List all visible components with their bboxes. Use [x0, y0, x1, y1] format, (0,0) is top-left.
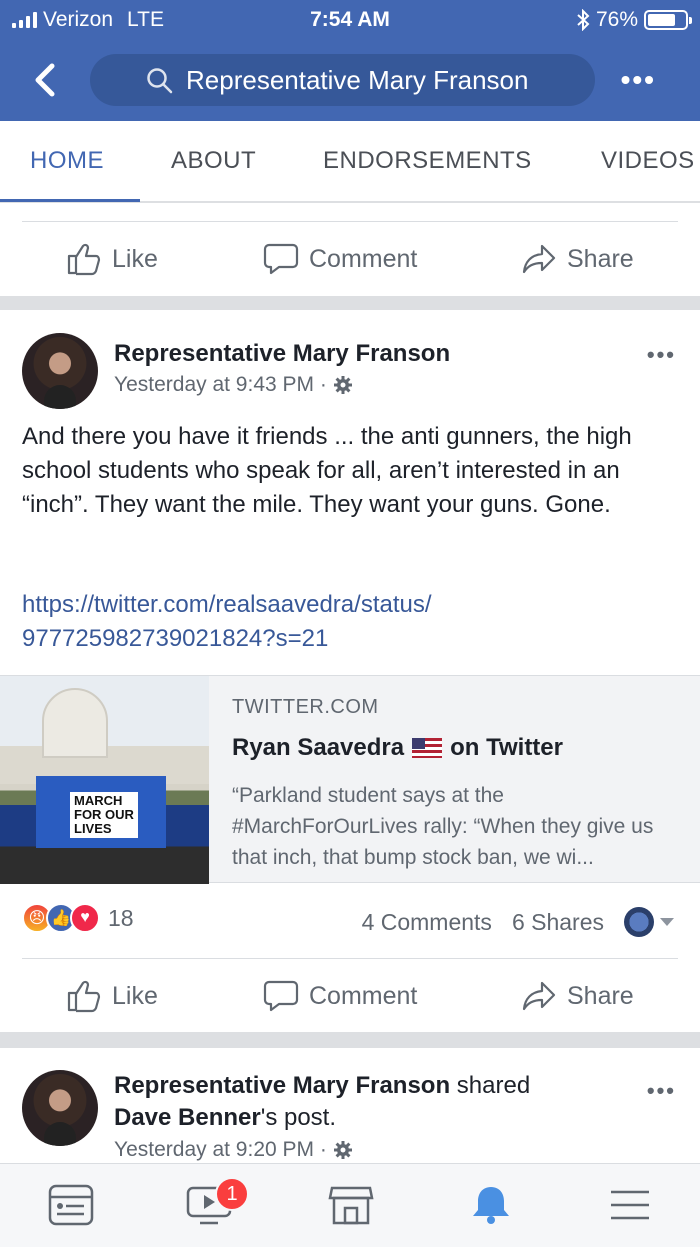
status-bar: Verizon LTE 7:54 AM 76% — [0, 6, 700, 34]
tab-endorsements[interactable]: ENDORSEMENTS — [323, 147, 532, 175]
shared-word: shared — [456, 1072, 531, 1099]
love-reaction-icon: ♥ — [70, 903, 100, 933]
share-icon — [522, 981, 556, 1011]
marketplace-icon[interactable] — [328, 1184, 374, 1226]
share-label: Share — [567, 244, 634, 273]
post-link[interactable]: https://twitter.com/realsaavedra/status/… — [22, 588, 682, 656]
comment-button[interactable]: Comment — [263, 242, 417, 276]
comment-icon — [263, 980, 299, 1012]
shared-post-header: Representative Mary Franson shared Dave … — [114, 1070, 634, 1134]
gear-icon — [333, 376, 352, 394]
preview-domain: TWITTER.COM — [232, 696, 379, 718]
tab-about[interactable]: ABOUT — [171, 147, 256, 175]
rally-sign-text: MARCH FOR OUR LIVES — [70, 792, 138, 838]
comment-icon — [263, 243, 299, 275]
active-tab-indicator — [0, 199, 140, 202]
tab-home[interactable]: HOME — [30, 147, 104, 175]
shares-count[interactable]: 6 Shares — [512, 909, 604, 936]
chevron-down-icon — [660, 918, 674, 926]
post-options-icon[interactable]: ••• — [647, 1078, 676, 1104]
reaction-count: 18 — [108, 904, 134, 931]
like-label: Like — [112, 981, 158, 1010]
post-timestamp: Yesterday at 9:20 PM · — [114, 1138, 353, 1162]
link-line-1: https://twitter.com/realsaavedra/status/ — [22, 591, 432, 618]
avatar[interactable] — [22, 1070, 98, 1146]
search-bar[interactable]: Representative Mary Franson — [90, 54, 595, 106]
share-label: Share — [567, 981, 634, 1010]
engagement-counts: 4 Comments 6 Shares — [362, 907, 674, 937]
previous-post-card: Like Comment Share — [0, 203, 700, 296]
shared-suffix: 's post. — [260, 1104, 337, 1131]
reactions-summary[interactable]: 😠 👍 ♥ 18 — [22, 903, 134, 933]
page-avatar-icon — [624, 907, 654, 937]
post-author[interactable]: Representative Mary Franson — [114, 1072, 450, 1099]
post-timestamp: Yesterday at 9:43 PM · — [114, 373, 353, 397]
preview-image: MARCH FOR OUR LIVES — [0, 676, 209, 884]
like-button[interactable]: Like — [66, 979, 158, 1013]
comments-count[interactable]: 4 Comments — [362, 909, 492, 936]
capitol-dome — [42, 688, 108, 758]
post-text: And there you have it friends ... the an… — [22, 423, 632, 518]
top-bar: Verizon LTE 7:54 AM 76% Representative M… — [0, 0, 700, 121]
share-button[interactable]: Share — [521, 242, 634, 276]
more-options-icon[interactable]: ••• — [621, 64, 656, 96]
action-bar: Like Comment Share — [0, 959, 700, 1033]
search-text: Representative Mary Franson — [186, 64, 529, 95]
us-flag-icon — [412, 738, 443, 758]
link-line-2: 977725982739021824?s=21 — [22, 625, 329, 652]
preview-description: “Parkland student says at the #MarchForO… — [232, 784, 654, 869]
thumbs-up-icon — [67, 243, 101, 276]
back-arrow-icon[interactable] — [30, 60, 60, 100]
shared-from-name[interactable]: Dave Benner — [114, 1104, 261, 1131]
thumbs-up-icon — [67, 980, 101, 1013]
post-time[interactable]: Yesterday at 9:43 PM · — [114, 373, 327, 397]
bluetooth-icon — [577, 9, 590, 31]
action-bar: Like Comment Share — [0, 222, 700, 296]
like-label: Like — [112, 244, 158, 273]
comment-button[interactable]: Comment — [263, 979, 417, 1013]
post-author[interactable]: Representative Mary Franson — [114, 340, 450, 368]
post-options-icon[interactable]: ••• — [647, 342, 676, 368]
menu-icon[interactable] — [607, 1184, 653, 1226]
notifications-bell-icon[interactable] — [468, 1184, 514, 1226]
battery-icon — [644, 10, 692, 30]
search-icon — [147, 68, 173, 94]
tab-videos[interactable]: VIDEOS — [601, 147, 695, 175]
gear-icon — [333, 1141, 352, 1159]
share-icon — [522, 244, 556, 274]
comment-label: Comment — [309, 981, 418, 1010]
news-feed-icon[interactable] — [48, 1184, 94, 1226]
page-tabs: HOME ABOUT ENDORSEMENTS VIDEOS — [0, 121, 700, 202]
bottom-nav — [0, 1163, 700, 1247]
avatar[interactable] — [22, 333, 98, 409]
audience-selector[interactable] — [624, 907, 674, 937]
battery-percent: 76% — [595, 8, 638, 31]
post-time[interactable]: Yesterday at 9:20 PM · — [114, 1138, 327, 1162]
preview-title: Ryan Saavedra on Twitter — [232, 734, 563, 761]
notification-badge: 1 — [215, 1177, 249, 1211]
share-button[interactable]: Share — [521, 979, 634, 1013]
like-button[interactable]: Like — [66, 242, 158, 276]
link-preview[interactable]: MARCH FOR OUR LIVES TWITTER.COM Ryan Saa… — [0, 675, 700, 884]
comment-label: Comment — [309, 244, 418, 273]
battery-info: 76% — [576, 8, 692, 32]
